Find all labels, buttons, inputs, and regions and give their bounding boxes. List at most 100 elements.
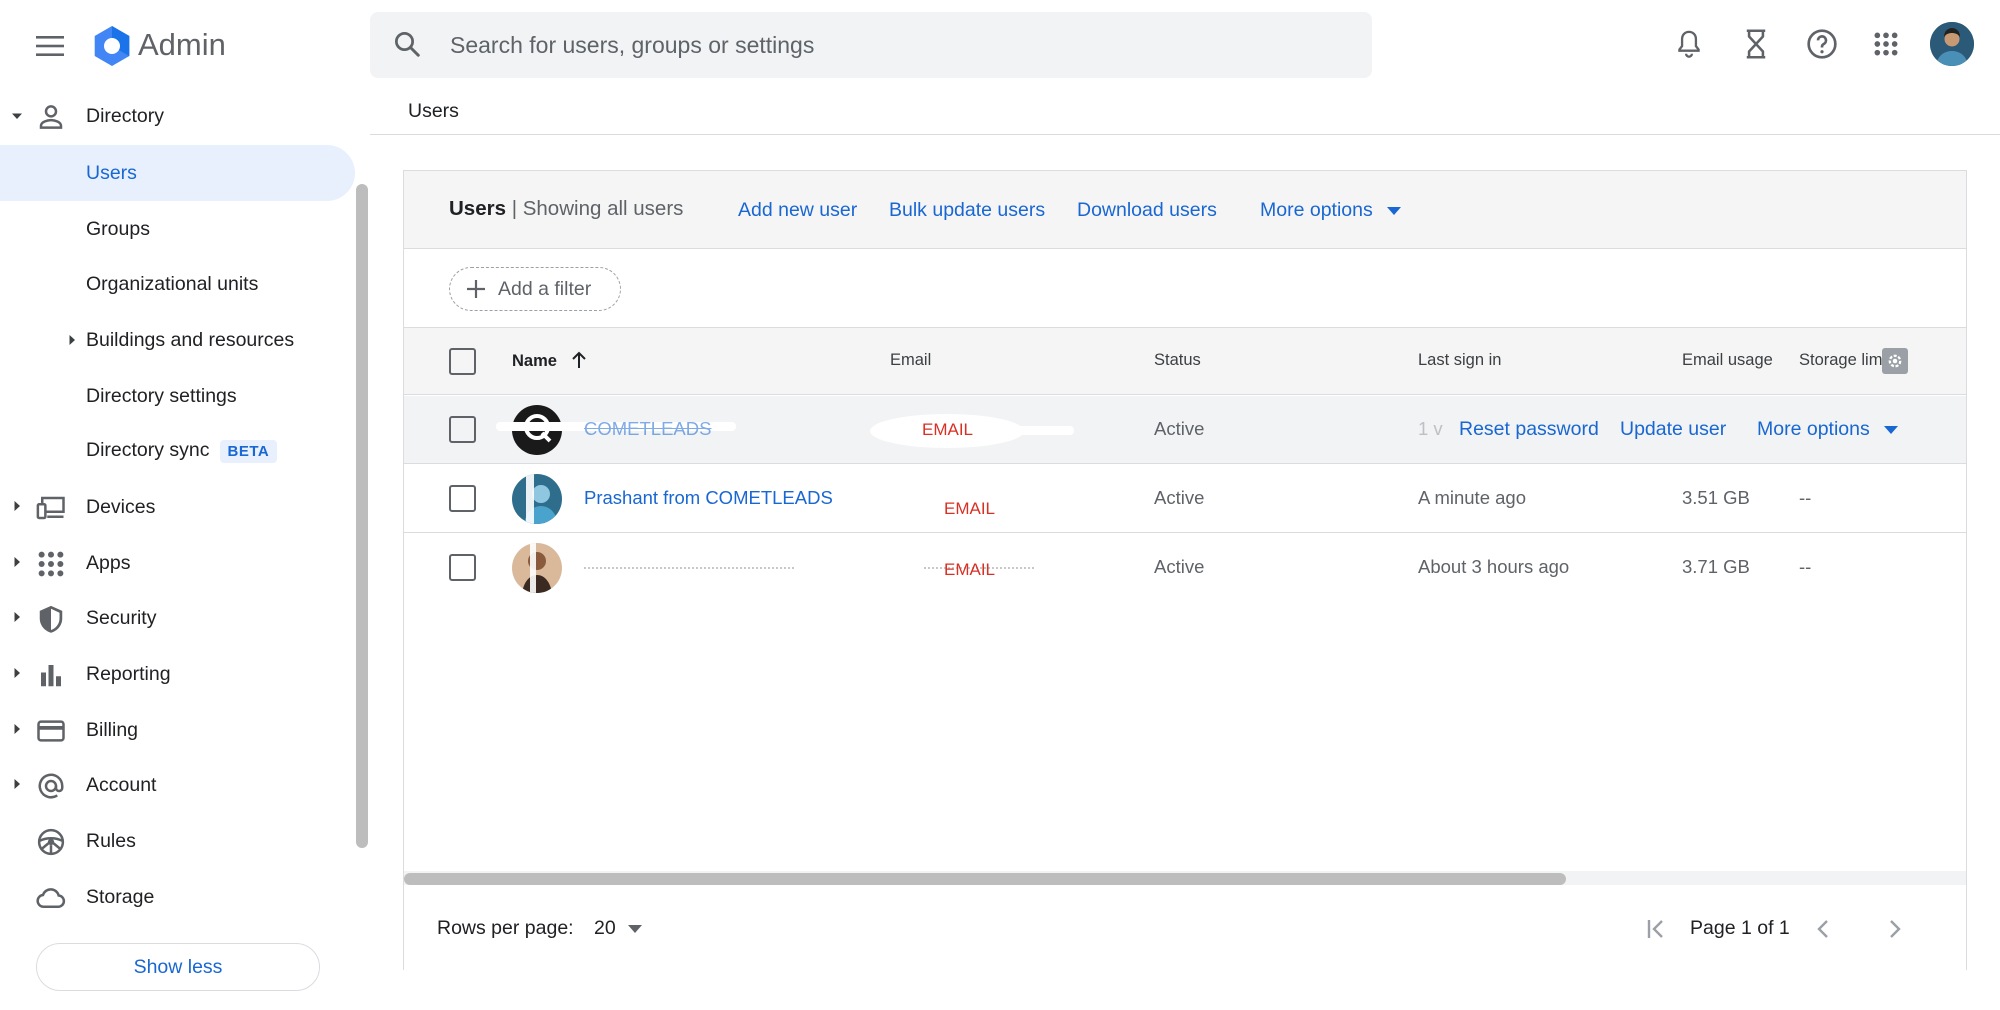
more-options-label: More options — [1260, 199, 1373, 221]
caret-right-icon — [14, 557, 20, 567]
sidebar-item-label: Directory settings — [86, 384, 237, 407]
search-input[interactable]: Search for users, groups or settings — [450, 32, 814, 59]
show-less-button[interactable]: Show less — [36, 943, 320, 991]
at-sign-icon — [38, 773, 64, 799]
sidebar: Directory Users Groups Organizational un… — [0, 88, 370, 1010]
last-sign-in: About 3 hours ago — [1418, 556, 1570, 577]
row-checkbox[interactable] — [449, 554, 476, 581]
table-row[interactable]: EMAIL Active About 3 hours ago 3.71 GB -… — [404, 534, 1966, 602]
download-users-link[interactable]: Download users — [1077, 199, 1217, 222]
next-page-icon[interactable] — [1888, 919, 1902, 939]
user-name-link[interactable]: COMETLEADS — [584, 418, 711, 440]
horizontal-scrollbar[interactable] — [404, 871, 1966, 885]
user-name-link[interactable]: Prashant from COMETLEADS — [584, 487, 833, 509]
main-menu-button[interactable] — [26, 22, 74, 70]
sidebar-item-users[interactable]: Users — [0, 145, 355, 201]
search-icon — [395, 32, 420, 57]
email-usage: 3.71 GB — [1682, 556, 1750, 577]
bulk-update-users-link[interactable]: Bulk update users — [889, 199, 1045, 222]
update-user-button[interactable]: Update user — [1620, 418, 1726, 441]
filter-bar: Add a filter — [404, 249, 1966, 328]
sidebar-item-label: Directory sync — [86, 439, 210, 461]
devices-icon — [36, 496, 65, 520]
add-filter-label: Add a filter — [498, 277, 592, 300]
select-all-checkbox[interactable] — [449, 348, 476, 375]
table-row[interactable]: COMETLEADS EMAIL Active 1 v Reset passwo… — [404, 396, 1966, 464]
row-more-options-dropdown[interactable]: More options — [1757, 418, 1898, 441]
column-header-last-sign-in[interactable]: Last sign in — [1418, 351, 1501, 370]
user-status: Active — [1154, 418, 1205, 439]
add-new-user-link[interactable]: Add new user — [738, 199, 857, 222]
previous-page-icon[interactable] — [1816, 919, 1830, 939]
user-email: EMAIL — [944, 499, 996, 518]
caret-down-icon — [12, 113, 22, 119]
column-header-name[interactable]: Name — [512, 351, 587, 371]
redacted-user-name — [584, 567, 794, 570]
sidebar-item-buildings-and-resources[interactable]: Buildings and resources — [0, 312, 355, 368]
sidebar-item-organizational-units[interactable]: Organizational units — [0, 256, 355, 312]
first-page-icon[interactable] — [1646, 919, 1668, 939]
sidebar-item-groups[interactable]: Groups — [0, 201, 355, 257]
caret-right-icon — [69, 335, 75, 345]
sidebar-item-label: Reporting — [86, 662, 171, 685]
person-icon — [39, 105, 63, 129]
email-usage: 3.51 GB — [1682, 487, 1750, 508]
panel-title: Users | Showing all users — [449, 197, 683, 221]
sidebar-item-label: Security — [86, 606, 157, 629]
column-settings-icon[interactable] — [1882, 348, 1908, 374]
table-header: Name Email Status Last sign in Email usa… — [404, 328, 1966, 395]
column-header-storage-limit[interactable]: Storage limit — [1799, 351, 1891, 370]
last-sign-in: A minute ago — [1418, 487, 1526, 508]
cloud-icon — [36, 888, 66, 908]
sidebar-item-storage[interactable]: Storage — [0, 869, 355, 925]
storage-limit: -- — [1799, 487, 1812, 508]
sidebar-item-devices[interactable]: Devices — [0, 479, 355, 535]
horizontal-scrollbar-thumb[interactable] — [404, 873, 1566, 885]
panel-title-main: Users — [449, 197, 506, 220]
panel-header: Users | Showing all users Add new user B… — [404, 171, 1966, 249]
add-filter-button[interactable]: Add a filter — [449, 267, 621, 311]
sidebar-item-account[interactable]: Account — [0, 757, 355, 813]
sidebar-item-label: Users — [86, 161, 137, 184]
account-avatar[interactable] — [1930, 22, 1974, 66]
sidebar-item-apps[interactable]: Apps — [0, 535, 355, 591]
column-header-email[interactable]: Email — [890, 351, 931, 370]
table-row[interactable]: Prashant from COMETLEADS EMAIL Active A … — [404, 465, 1966, 533]
sidebar-item-directory-sync[interactable]: Directory sync BETA — [0, 423, 355, 479]
sidebar-item-security[interactable]: Security — [0, 590, 355, 646]
sidebar-item-reporting[interactable]: Reporting — [0, 646, 355, 702]
user-status: Active — [1154, 487, 1205, 508]
hourglass-icon[interactable] — [1732, 20, 1780, 68]
rows-per-page-select[interactable]: 20 — [594, 917, 642, 940]
app-title[interactable]: Admin — [138, 24, 226, 66]
caret-right-icon — [14, 668, 20, 678]
sidebar-item-directory-settings[interactable]: Directory settings — [0, 368, 355, 424]
admin-logo-icon[interactable] — [90, 24, 134, 68]
dropdown-arrow-icon — [627, 924, 642, 933]
column-header-email-usage[interactable]: Email usage — [1682, 351, 1773, 370]
hamburger-icon — [36, 36, 64, 56]
help-icon[interactable] — [1798, 20, 1846, 68]
reset-password-button[interactable]: Reset password — [1459, 418, 1599, 441]
sidebar-item-label: Organizational units — [86, 272, 259, 295]
search-bar[interactable]: Search for users, groups or settings — [370, 12, 1372, 78]
shield-icon — [39, 605, 63, 633]
sidebar-item-billing[interactable]: Billing — [0, 702, 355, 758]
notifications-icon[interactable] — [1665, 20, 1713, 68]
user-status: Active — [1154, 556, 1205, 577]
dropdown-arrow-icon — [1386, 206, 1401, 215]
row-checkbox[interactable] — [449, 416, 476, 443]
more-options-dropdown[interactable]: More options — [1260, 199, 1401, 222]
sidebar-scrollbar[interactable] — [356, 184, 368, 848]
column-header-status[interactable]: Status — [1154, 351, 1201, 370]
storage-limit: -- — [1799, 556, 1812, 577]
sort-ascending-icon — [572, 351, 586, 368]
sidebar-item-rules[interactable]: Rules — [0, 813, 355, 869]
row-checkbox[interactable] — [449, 485, 476, 512]
apps-grid-icon[interactable] — [1862, 20, 1910, 68]
bar-chart-icon — [41, 665, 61, 687]
user-avatar — [512, 474, 562, 524]
beta-badge: BETA — [219, 440, 278, 463]
sidebar-item-directory[interactable]: Directory — [0, 88, 355, 144]
steering-wheel-icon — [37, 828, 65, 856]
